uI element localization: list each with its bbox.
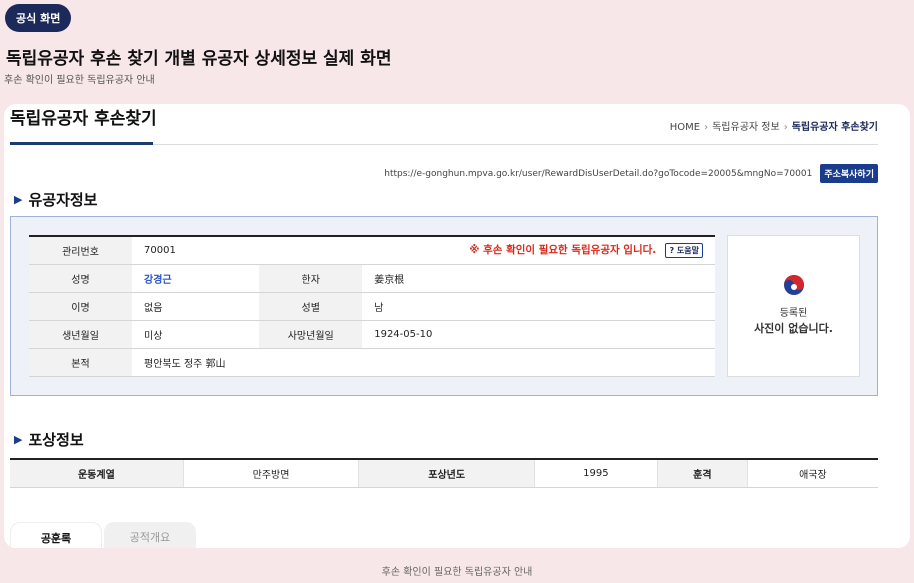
page-subtitle: 후손 확인이 필요한 독립유공자 안내 bbox=[4, 75, 155, 86]
table-row: 생년월일 미상 사망년월일 1924-05-10 bbox=[29, 320, 715, 349]
site-title: 독립유공자 후손찾기 bbox=[10, 109, 157, 129]
taeguk-emblem-icon bbox=[783, 275, 804, 296]
table-row: 성명 강경근 한자 姜京根 bbox=[29, 264, 715, 293]
origin-label: 본적 bbox=[29, 348, 132, 377]
death-label: 사망년월일 bbox=[259, 320, 363, 349]
birth-label: 생년월일 bbox=[29, 320, 132, 349]
triangle-icon: ▶ bbox=[14, 193, 23, 206]
movement-label: 운동계열 bbox=[10, 459, 184, 488]
id-label: 관리번호 bbox=[29, 236, 132, 265]
birth-value: 미상 bbox=[132, 320, 260, 349]
gender-label: 성별 bbox=[259, 292, 363, 321]
tab-merit-summary[interactable]: 공적개요 bbox=[104, 522, 196, 548]
breadcrumb: HOME › 독립유공자 정보 › 독립유공자 후손찾기 bbox=[670, 118, 878, 133]
info-section-heading: ▶ 유공자정보 bbox=[14, 189, 97, 210]
death-value: 1924-05-10 bbox=[362, 320, 715, 349]
table-row: 운동계열 만주방면 포상년도 1995 훈격 애국장 bbox=[10, 459, 878, 488]
origin-value: 평안북도 정주 郭山 bbox=[132, 348, 715, 377]
medal-value: 애국장 bbox=[747, 459, 878, 488]
medal-label: 훈격 bbox=[657, 459, 748, 488]
info-section-title: 유공자정보 bbox=[28, 191, 98, 209]
page-url: https://e-gonghun.mpva.go.kr/user/Reward… bbox=[384, 168, 813, 179]
alert-cell: ※ 후손 확인이 필요한 독립유공자 입니다. ? 도움말 bbox=[259, 236, 715, 265]
title-divider bbox=[153, 144, 878, 145]
name-cell: 강경근 bbox=[132, 264, 260, 293]
reward-table: 운동계열 만주방면 포상년도 1995 훈격 애국장 bbox=[10, 458, 878, 488]
year-label: 포상년도 bbox=[358, 459, 535, 488]
tab-merit-record[interactable]: 공훈록 bbox=[10, 522, 102, 548]
title-underline bbox=[10, 142, 153, 145]
photo-message-line1: 등록된 bbox=[779, 308, 808, 320]
id-value: 70001 bbox=[132, 236, 260, 265]
breadcrumb-info[interactable]: 독립유공자 정보 bbox=[712, 122, 780, 133]
screenshot-card: 독립유공자 후손찾기 HOME › 독립유공자 정보 › 독립유공자 후손찾기 http… bbox=[4, 104, 910, 548]
info-panel: 관리번호 70001 ※ 후손 확인이 필요한 독립유공자 입니다. ? 도움말… bbox=[10, 216, 878, 396]
table-row: 이명 없음 성별 남 bbox=[29, 292, 715, 321]
triangle-icon: ▶ bbox=[14, 433, 23, 446]
copy-address-button[interactable]: 주소복사하기 bbox=[820, 164, 878, 183]
info-table: 관리번호 70001 ※ 후손 확인이 필요한 독립유공자 입니다. ? 도움말… bbox=[29, 235, 715, 377]
breadcrumb-current[interactable]: 독립유공자 후손찾기 bbox=[792, 122, 878, 133]
help-button[interactable]: ? 도움말 bbox=[665, 243, 703, 259]
footer-caption: 후손 확인이 필요한 독립유공자 안내 bbox=[381, 567, 533, 578]
descendant-alert: ※ 후손 확인이 필요한 독립유공자 입니다. bbox=[469, 244, 657, 257]
name-value: 강경근 bbox=[144, 274, 172, 286]
alias-label: 이명 bbox=[29, 292, 132, 321]
photo-message-line2: 사진이 없습니다. bbox=[754, 322, 833, 336]
reward-section-title: 포상정보 bbox=[28, 431, 84, 449]
photo-placeholder: 등록된 사진이 없습니다. bbox=[727, 235, 860, 377]
alias-value: 없음 bbox=[132, 292, 260, 321]
hanja-label: 한자 bbox=[259, 264, 363, 293]
breadcrumb-home[interactable]: HOME bbox=[670, 122, 700, 133]
hanja-value: 姜京根 bbox=[362, 264, 715, 293]
movement-value: 만주방면 bbox=[183, 459, 360, 488]
reward-section-heading: ▶ 포상정보 bbox=[14, 429, 84, 450]
breadcrumb-separator: › bbox=[783, 122, 788, 133]
gender-value: 남 bbox=[362, 292, 715, 321]
help-button-label: 도움말 bbox=[676, 246, 699, 256]
page-title: 독립유공자 후손 찾기 개별 유공자 상세정보 실제 화면 bbox=[6, 49, 392, 69]
breadcrumb-separator: › bbox=[704, 122, 709, 133]
name-label: 성명 bbox=[29, 264, 132, 293]
url-row: https://e-gonghun.mpva.go.kr/user/Reward… bbox=[384, 164, 878, 183]
help-icon: ? bbox=[669, 246, 675, 256]
year-value: 1995 bbox=[534, 459, 658, 488]
table-row: 본적 평안북도 정주 郭山 bbox=[29, 348, 715, 377]
official-screen-badge: 공식 화면 bbox=[5, 4, 72, 32]
detail-tabs: 공훈록 공적개요 bbox=[10, 522, 196, 548]
table-row: 관리번호 70001 ※ 후손 확인이 필요한 독립유공자 입니다. ? 도움말 bbox=[29, 236, 715, 265]
